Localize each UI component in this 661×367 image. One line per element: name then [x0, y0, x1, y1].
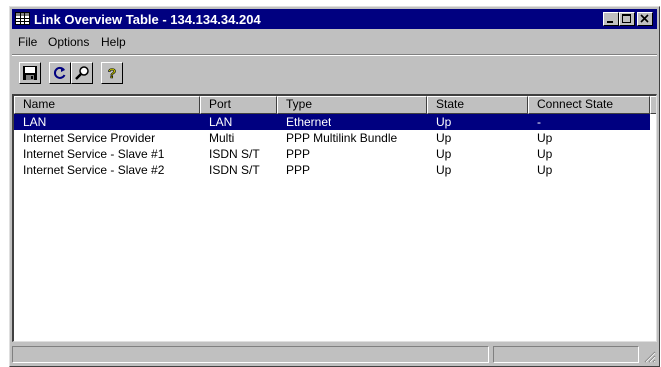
table-row[interactable]: Internet Service - Slave #2 ISDN S/T PPP…	[14, 162, 650, 178]
menu-file[interactable]: File	[18, 35, 37, 49]
refresh-button[interactable]	[49, 62, 71, 84]
cell-connect-state: Up	[537, 163, 553, 177]
close-icon	[640, 14, 649, 23]
help-icon: ?	[107, 65, 117, 81]
menu-bar: File Options Help	[12, 32, 657, 52]
title-bar[interactable]: Link Overview Table - 134.134.34.204	[12, 9, 657, 29]
toolbar: ?	[12, 57, 657, 93]
close-button[interactable]	[637, 12, 653, 26]
cell-state: Up	[436, 115, 452, 129]
column-header-port[interactable]: Port	[200, 96, 277, 114]
status-pane-main	[12, 346, 489, 363]
cell-port: Multi	[209, 131, 235, 145]
cell-name: LAN	[23, 115, 47, 129]
window-title: Link Overview Table - 134.134.34.204	[34, 12, 261, 27]
menu-options[interactable]: Options	[48, 35, 89, 49]
save-icon	[23, 66, 37, 80]
column-header-state[interactable]: State	[427, 96, 528, 114]
link-overview-window: Link Overview Table - 134.134.34.204 Fil…	[9, 6, 660, 367]
cell-name: Internet Service - Slave #1	[23, 147, 165, 161]
cell-name: Internet Service - Slave #2	[23, 163, 165, 177]
minimize-icon	[607, 21, 613, 23]
search-icon	[75, 66, 89, 80]
cell-connect-state: Up	[537, 131, 553, 145]
menu-help[interactable]: Help	[101, 35, 126, 49]
maximize-button[interactable]	[619, 12, 635, 26]
table-row[interactable]: LAN LAN Ethernet Up -	[14, 114, 650, 130]
svg-text:?: ?	[108, 65, 117, 81]
cell-state: Up	[436, 163, 452, 177]
table-icon	[15, 12, 30, 25]
table-row[interactable]: Internet Service Provider Multi PPP Mult…	[14, 130, 650, 146]
find-button[interactable]	[71, 62, 93, 84]
cell-type: Ethernet	[286, 115, 332, 129]
refresh-icon	[53, 66, 66, 79]
cell-state: Up	[436, 147, 452, 161]
cell-port: ISDN S/T	[209, 163, 260, 177]
column-header-name[interactable]: Name	[14, 96, 200, 114]
cell-name: Internet Service Provider	[23, 131, 156, 145]
save-button[interactable]	[19, 62, 41, 84]
cell-connect-state: Up	[537, 147, 553, 161]
cell-type: PPP Multilink Bundle	[286, 131, 398, 145]
cell-port: LAN	[209, 115, 233, 129]
cell-type: PPP	[286, 163, 311, 177]
cell-connect-state: -	[537, 115, 541, 129]
resize-grip-icon[interactable]	[642, 349, 656, 363]
column-header-connect-state[interactable]: Connect State	[528, 96, 650, 114]
help-button[interactable]: ?	[101, 62, 123, 84]
column-header-filler	[650, 96, 656, 114]
table-row[interactable]: Internet Service - Slave #1 ISDN S/T PPP…	[14, 146, 650, 162]
column-header-type[interactable]: Type	[277, 96, 427, 114]
minimize-button[interactable]	[603, 12, 619, 26]
link-table[interactable]: Name Port Type State Connect State LAN L…	[12, 94, 657, 342]
status-pane-secondary	[493, 346, 639, 363]
table-header: Name Port Type State Connect State	[14, 96, 656, 114]
cell-port: ISDN S/T	[209, 147, 260, 161]
menu-separator	[12, 54, 657, 56]
maximize-icon	[622, 14, 631, 23]
status-bar	[12, 344, 657, 364]
cell-state: Up	[436, 131, 452, 145]
cell-type: PPP	[286, 147, 311, 161]
